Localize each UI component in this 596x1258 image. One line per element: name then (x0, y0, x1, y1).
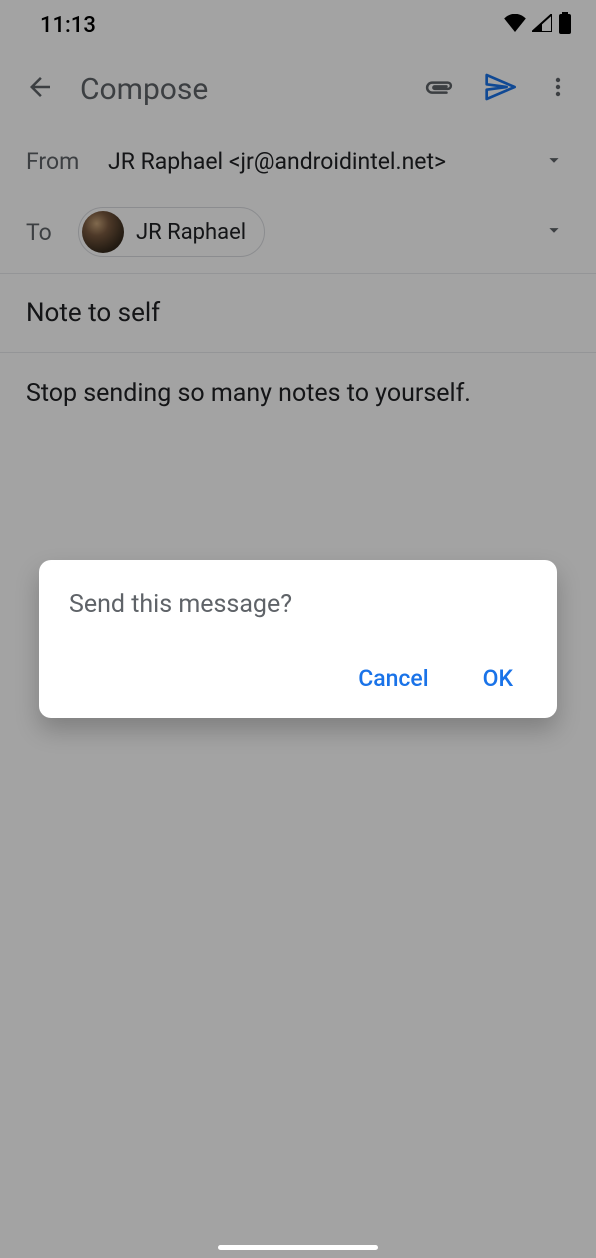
dialog-title: Send this message? (69, 590, 527, 619)
ok-button[interactable]: OK (479, 657, 517, 700)
home-indicator[interactable] (218, 1245, 378, 1250)
dialog-actions: Cancel OK (69, 657, 527, 700)
confirm-dialog: Send this message? Cancel OK (39, 560, 557, 718)
cancel-button[interactable]: Cancel (354, 657, 432, 700)
modal-overlay[interactable]: Send this message? Cancel OK (0, 0, 596, 1258)
